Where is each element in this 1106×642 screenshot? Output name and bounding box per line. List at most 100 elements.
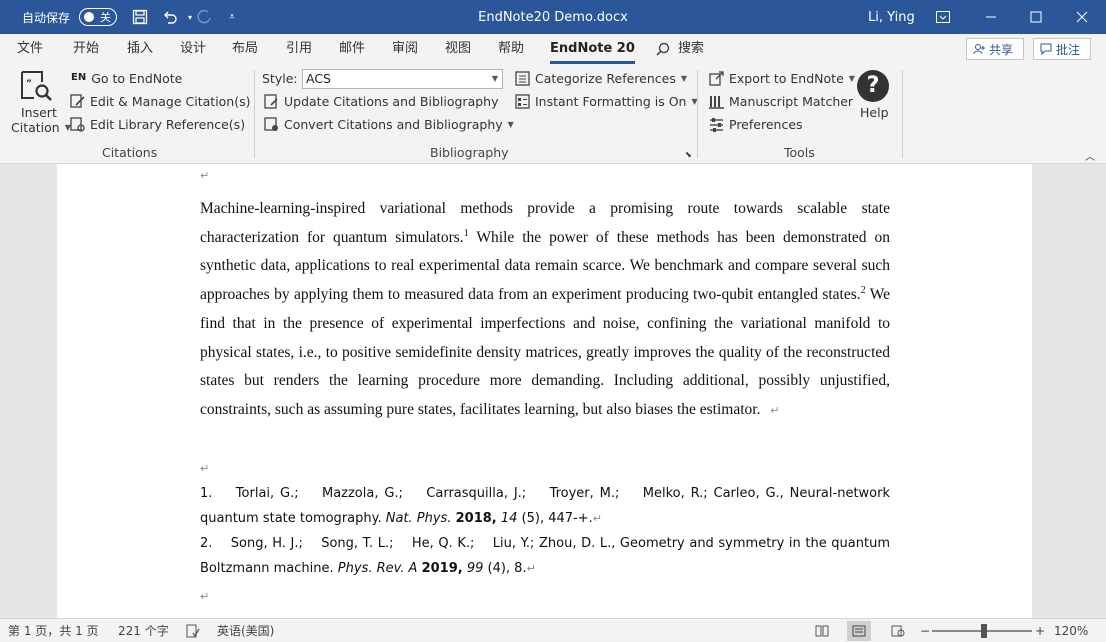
- chevron-down-icon: ▼: [680, 74, 688, 83]
- tab-layout[interactable]: 布局: [232, 34, 258, 64]
- customize-toolbar-icon[interactable]: ⩡: [222, 0, 242, 34]
- ribbon-tabs: 文件 开始 插入 设计 布局 引用 邮件 审阅 视图 帮助 EndNote 20…: [0, 34, 1106, 64]
- tab-endnote[interactable]: EndNote 20: [550, 34, 635, 64]
- help-label: Help: [860, 105, 889, 120]
- page-count[interactable]: 第 1 页，共 1 页: [8, 619, 99, 642]
- minimize-button[interactable]: [968, 0, 1014, 34]
- maximize-button[interactable]: [1013, 0, 1059, 34]
- zoom-out-button[interactable]: −: [920, 619, 930, 642]
- zoom-slider-thumb[interactable]: [981, 624, 987, 638]
- save-button[interactable]: [130, 0, 150, 34]
- reference-year: 2019,: [421, 561, 463, 576]
- endnote-ribbon: ” Insert Citation ▼ EN Go to EndNote Edi…: [0, 64, 1106, 164]
- abstract-paragraph[interactable]: Machine-learning-inspired variational me…: [200, 195, 890, 426]
- comment-icon: [1040, 43, 1052, 55]
- comments-label: 批注: [1056, 42, 1081, 57]
- save-icon: [132, 9, 148, 25]
- paragraph-mark: ↵: [200, 590, 210, 603]
- tab-references[interactable]: 引用: [286, 34, 312, 64]
- edit-library-references-button[interactable]: Edit Library Reference(s): [70, 117, 245, 132]
- paragraph-mark: ↵: [592, 512, 602, 525]
- search-label: 搜索: [678, 41, 705, 56]
- reference-volume: 14: [500, 511, 518, 526]
- autosave-state: 关: [100, 11, 111, 24]
- update-citations-button[interactable]: Update Citations and Bibliography: [264, 94, 499, 109]
- share-icon: [973, 44, 985, 55]
- redo-icon: [197, 9, 211, 24]
- tab-design[interactable]: 设计: [180, 34, 206, 64]
- close-icon: [1076, 11, 1088, 23]
- collapse-ribbon-icon[interactable]: ︿: [1085, 148, 1095, 163]
- citations-group-label: Citations: [102, 145, 158, 160]
- word-count[interactable]: 221 个字: [118, 619, 169, 642]
- tools-group-label: Tools: [784, 145, 815, 160]
- share-label: 共享: [989, 42, 1014, 57]
- status-bar: 第 1 页，共 1 页 221 个字 英语(美国) − + 120%: [0, 618, 1106, 642]
- export-to-endnote-button[interactable]: Export to EndNote ▼: [709, 71, 855, 86]
- bibliography-group-label: Bibliography: [430, 145, 509, 160]
- web-layout-button[interactable]: [886, 621, 910, 641]
- tab-file[interactable]: 文件: [17, 34, 43, 64]
- tab-help[interactable]: 帮助: [498, 34, 524, 64]
- convert-label: Convert Citations and Bibliography: [284, 117, 503, 132]
- categorize-icon: [515, 71, 530, 86]
- undo-icon: [164, 11, 177, 24]
- language-indicator[interactable]: 英语(美国): [217, 619, 274, 642]
- preferences-icon: [710, 118, 723, 132]
- print-layout-button[interactable]: [847, 621, 871, 641]
- preferences-button[interactable]: Preferences: [709, 117, 803, 132]
- user-name[interactable]: Li, Ying: [868, 0, 915, 34]
- export-icon: [709, 71, 724, 86]
- goto-endnote-label: Go to EndNote: [91, 71, 183, 86]
- ribbon-display-button[interactable]: [920, 0, 966, 34]
- zoom-in-button[interactable]: +: [1035, 619, 1045, 642]
- read-mode-icon: [815, 625, 829, 637]
- dialog-launcher-icon[interactable]: ⬊: [685, 150, 692, 159]
- zoom-level[interactable]: 120%: [1054, 619, 1088, 642]
- update-icon: [264, 94, 278, 109]
- instant-formatting-button[interactable]: Instant Formatting is On ▼: [515, 94, 698, 109]
- help-icon: ?: [857, 70, 889, 102]
- search-box[interactable]: 搜索: [656, 34, 704, 64]
- insert-citation-icon: ”: [21, 71, 52, 101]
- tab-insert[interactable]: 插入: [127, 34, 153, 64]
- proofing-icon[interactable]: [186, 619, 200, 642]
- chevron-down-icon: ▼: [848, 74, 855, 83]
- style-value: ACS: [306, 71, 331, 86]
- read-mode-button[interactable]: [810, 621, 834, 641]
- convert-citations-button[interactable]: Convert Citations and Bibliography ▼: [264, 117, 514, 132]
- maximize-icon: [1030, 11, 1042, 23]
- instant-formatting-icon: [515, 94, 530, 109]
- edit-manage-citations-button[interactable]: Edit & Manage Citation(s): [70, 94, 251, 109]
- export-label: Export to EndNote: [729, 71, 844, 86]
- autosave-toggle[interactable]: 关: [79, 8, 117, 26]
- manuscript-matcher-button[interactable]: Manuscript Matcher: [709, 94, 853, 109]
- tab-home[interactable]: 开始: [73, 34, 99, 64]
- minimize-icon: [986, 16, 996, 18]
- paragraph-mark: ↵: [200, 462, 210, 475]
- reference-journal: Phys. Rev. A: [337, 561, 418, 576]
- goto-endnote-button[interactable]: EN Go to EndNote: [71, 71, 182, 86]
- reference-entry[interactable]: 2. Song, H. J.; Song, T. L.; He, Q. K.; …: [200, 531, 890, 581]
- share-button[interactable]: 共享: [966, 38, 1024, 60]
- tab-view[interactable]: 视图: [445, 34, 471, 64]
- categorize-references-button[interactable]: Categorize References ▼: [515, 71, 687, 86]
- style-select[interactable]: ACS ▼: [302, 69, 503, 89]
- group-divider: [254, 70, 255, 158]
- instant-formatting-label: Instant Formatting is On: [535, 94, 687, 109]
- paragraph-mark: ↵: [770, 404, 780, 417]
- undo-button[interactable]: [160, 0, 180, 34]
- comments-button[interactable]: 批注: [1033, 38, 1091, 60]
- tab-review[interactable]: 审阅: [392, 34, 418, 64]
- proofing-icon-svg: [186, 624, 200, 638]
- redo-button[interactable]: [194, 0, 214, 34]
- insert-label: Insert: [21, 105, 57, 120]
- reference-entry[interactable]: 1. Torlai, G.; Mazzola, G.; Carrasquilla…: [200, 481, 890, 531]
- close-button[interactable]: [1059, 0, 1105, 34]
- citation-label: Citation ▼: [11, 120, 71, 135]
- print-layout-icon: [852, 625, 866, 637]
- reference-journal: Nat. Phys.: [385, 511, 452, 526]
- manuscript-matcher-label: Manuscript Matcher: [729, 94, 854, 109]
- tab-mailings[interactable]: 邮件: [339, 34, 365, 64]
- endnote-icon: EN: [71, 71, 87, 83]
